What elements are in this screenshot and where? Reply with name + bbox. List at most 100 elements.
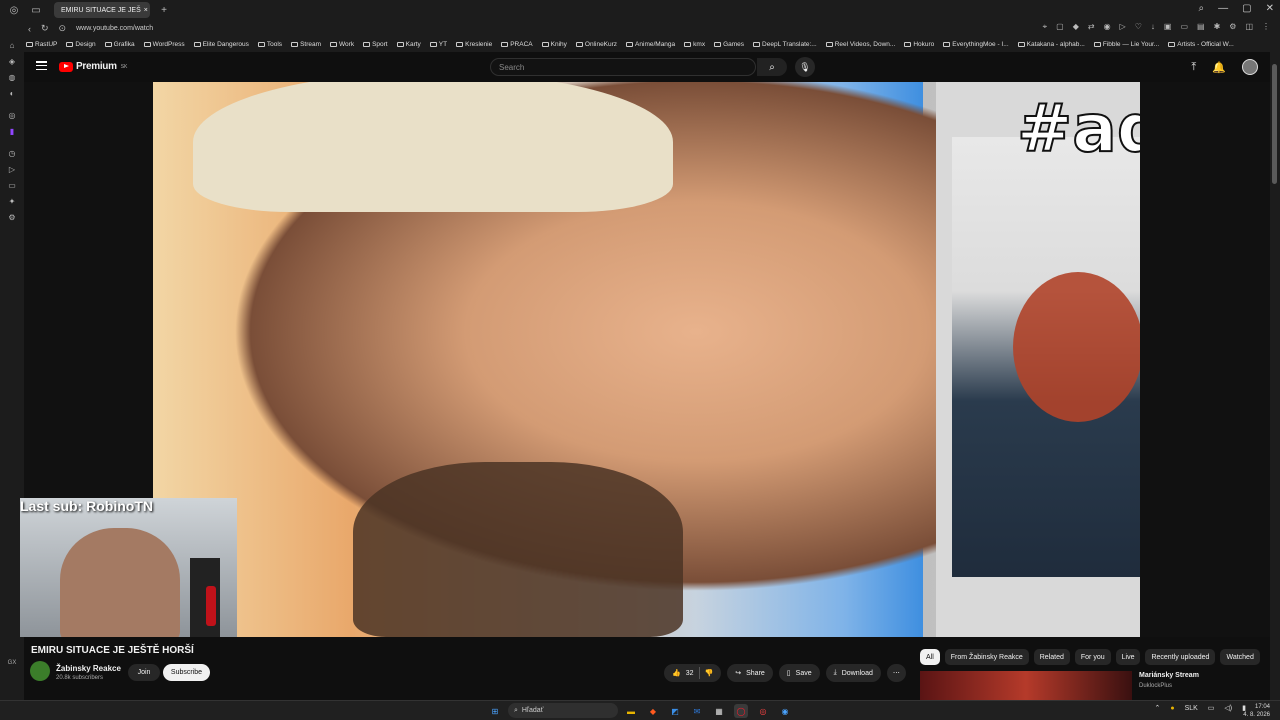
bookmark-item[interactable]: Elite Dangerous: [193, 41, 249, 48]
rail-settings-icon[interactable]: ⚙: [0, 209, 24, 225]
bookmark-item[interactable]: EverythingMoe - I...: [943, 41, 1009, 48]
more-actions-icon[interactable]: ⋯: [886, 664, 906, 682]
bookmark-item[interactable]: Tools: [257, 41, 282, 48]
bookmark-item[interactable]: Reel Videos, Down...: [825, 41, 895, 48]
bookmark-item[interactable]: RastUP: [26, 41, 57, 48]
bookmark-item[interactable]: kmx: [684, 41, 705, 48]
download-icon[interactable]: ↓: [1151, 22, 1155, 32]
download-button[interactable]: ⤓ Download: [825, 664, 881, 682]
rail-home-icon[interactable]: ⌂: [0, 37, 24, 53]
rail-music-icon[interactable]: ◎: [0, 107, 24, 123]
microphone-icon[interactable]: 🎙: [795, 57, 815, 77]
obs-icon[interactable]: ◎: [756, 704, 770, 718]
search-input[interactable]: Search: [490, 58, 756, 76]
video-frame[interactable]: #ad: [153, 82, 1140, 637]
search-tabs-icon[interactable]: ⌕: [1199, 3, 1205, 14]
site-info-icon[interactable]: ⊙: [59, 23, 67, 34]
join-button[interactable]: Join: [128, 664, 160, 681]
save-button[interactable]: ▯ Save: [778, 664, 820, 682]
filter-chip[interactable]: Watched: [1220, 649, 1260, 665]
hamburger-menu-icon[interactable]: [36, 61, 47, 70]
mail-icon[interactable]: ✉: [690, 704, 704, 718]
rail-history-icon[interactable]: ◷: [0, 145, 24, 161]
rail-extensions-icon[interactable]: ✦: [0, 193, 24, 209]
system-clock[interactable]: 17:04 4. 8. 2026: [1243, 703, 1270, 719]
filter-chip[interactable]: For you: [1074, 649, 1111, 665]
store-icon[interactable]: ▦: [712, 704, 726, 718]
camera-icon[interactable]: ◫: [1245, 22, 1253, 32]
file-explorer-icon[interactable]: ▬: [624, 704, 638, 718]
brave-icon[interactable]: ◆: [646, 704, 660, 718]
bookmark-item[interactable]: Grafika: [104, 41, 135, 48]
thumbs-down-icon[interactable]: 👎: [705, 669, 714, 677]
filter-chip[interactable]: From Žabinsky Reakce: [944, 649, 1029, 665]
reload-icon[interactable]: ↻: [41, 23, 49, 34]
rail-bookmarks-icon[interactable]: ▭: [0, 177, 24, 193]
maximize-icon[interactable]: ▢: [1242, 3, 1251, 14]
bookmark-item[interactable]: Katakana - alphab...: [1017, 41, 1085, 48]
filter-chip[interactable]: Recently uploaded: [1145, 649, 1216, 665]
tab-close-icon[interactable]: ×: [144, 7, 148, 14]
bookmark-item[interactable]: DeepL Translate:...: [753, 41, 817, 48]
bookmark-item[interactable]: Work: [330, 41, 354, 48]
filter-chip[interactable]: All: [920, 649, 940, 665]
windows-start-icon[interactable]: ⊞: [488, 704, 502, 718]
search-icon[interactable]: ⌕: [757, 58, 787, 76]
rail-messenger-icon[interactable]: ◐: [0, 85, 24, 101]
steam-icon[interactable]: ◉: [778, 704, 792, 718]
close-window-icon[interactable]: ✕: [1266, 3, 1274, 14]
minimize-icon[interactable]: —: [1218, 3, 1228, 14]
account-avatar[interactable]: [1242, 59, 1258, 75]
wallet-icon[interactable]: ▤: [1197, 22, 1205, 32]
bookmark-item[interactable]: Anime/Manga: [626, 41, 675, 48]
rail-twitch-icon[interactable]: ▮: [0, 123, 24, 139]
pin-icon[interactable]: ⌖: [1043, 22, 1048, 32]
rail-ai-icon[interactable]: ◈: [0, 53, 24, 69]
new-tab-icon[interactable]: +: [156, 2, 172, 18]
subscribe-button[interactable]: Subscribe: [163, 664, 210, 681]
recommended-thumbnail[interactable]: [920, 671, 1132, 700]
tray-chevron-icon[interactable]: ⌃: [1154, 704, 1160, 712]
sidebar-toggle-icon[interactable]: ▭: [28, 2, 44, 18]
notifications-bell-icon[interactable]: 🔔: [1212, 61, 1226, 74]
back-icon[interactable]: ‹: [28, 24, 31, 34]
bookmark-item[interactable]: Design: [66, 41, 96, 48]
recommended-channel[interactable]: DuklockPlus: [1139, 683, 1172, 689]
monitor-icon[interactable]: ▭: [1208, 704, 1215, 712]
bookmark-item[interactable]: Karty: [396, 41, 421, 48]
keyboard-language[interactable]: SLK: [1185, 705, 1198, 712]
eye-icon[interactable]: ◉: [1104, 22, 1111, 32]
bookmark-item[interactable]: Fibble — Lie Your...: [1093, 41, 1159, 48]
filter-chip[interactable]: Live: [1115, 649, 1141, 665]
taskbar-search[interactable]: ⌕ Hľadať: [508, 703, 618, 718]
like-button[interactable]: 👍 32 👎: [664, 664, 722, 682]
filter-chip[interactable]: Related: [1033, 649, 1070, 665]
bookmark-item[interactable]: Stream: [291, 41, 321, 48]
bookmark-item[interactable]: WordPress: [143, 41, 185, 48]
tv-icon[interactable]: ▭: [1180, 22, 1188, 32]
page-scrollbar[interactable]: [1270, 52, 1280, 700]
bookmark-item[interactable]: OnlineKurz: [575, 41, 617, 48]
extension-icon[interactable]: ▣: [1164, 22, 1172, 32]
recommended-title[interactable]: Mariánsky Stream: [1139, 672, 1199, 679]
rail-player-icon[interactable]: ▷: [0, 161, 24, 177]
translate-icon[interactable]: ⇄: [1088, 22, 1095, 32]
channel-avatar[interactable]: [30, 661, 50, 681]
settings-icon[interactable]: ⚙: [1229, 22, 1236, 32]
browser-tab-active[interactable]: EMIRU SITUACE JE JEŠ ×: [54, 2, 150, 18]
bookmark-item[interactable]: PRACA: [501, 41, 533, 48]
more-icon[interactable]: ⋮: [1262, 22, 1270, 32]
volume-icon[interactable]: ◁): [1224, 704, 1232, 712]
tray-mic-icon[interactable]: ●: [1170, 705, 1174, 712]
bookmark-item[interactable]: Games: [714, 41, 744, 48]
bookmark-item[interactable]: Knihy: [541, 41, 567, 48]
heart-icon[interactable]: ♡: [1135, 22, 1142, 32]
youtube-logo[interactable]: Premium SK: [59, 61, 127, 72]
bookmark-item[interactable]: Sport: [363, 41, 388, 48]
share-button[interactable]: ↪ Share: [727, 664, 773, 682]
rail-discord-icon[interactable]: ◍: [0, 69, 24, 85]
channel-name[interactable]: Žabinsky Reakce: [56, 664, 121, 673]
bookmark-item[interactable]: YT: [429, 41, 447, 48]
bookmark-item[interactable]: Hokuro: [904, 41, 934, 48]
bookmark-item[interactable]: Artists - Official W...: [1168, 41, 1234, 48]
